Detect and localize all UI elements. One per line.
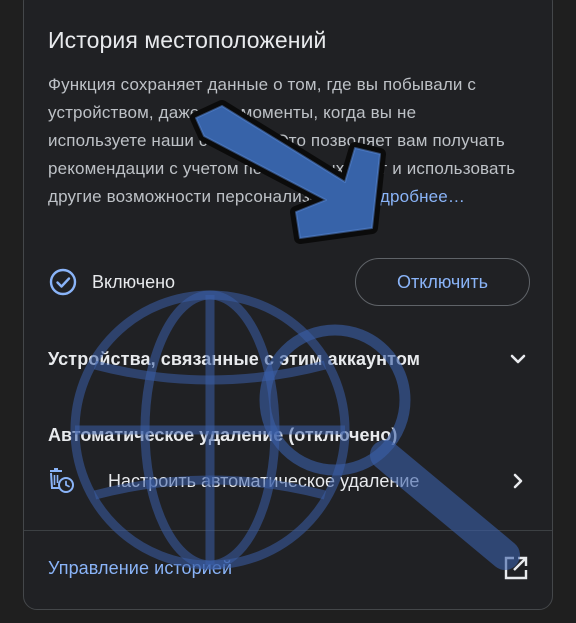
location-history-card: История местоположений Функция сохраняет… (23, 0, 553, 610)
disable-button[interactable]: Отключить (355, 258, 530, 306)
devices-section[interactable]: Устройства, связанные с этим аккаунтом (48, 344, 530, 374)
card-title: История местоположений (48, 27, 327, 53)
open-in-new-icon[interactable] (502, 554, 530, 582)
card-description: Функция сохраняет данные о том, где вы п… (48, 71, 518, 211)
chevron-right-icon[interactable] (506, 469, 530, 493)
auto-delete-title: Автоматическое удаление (отключено) (48, 425, 398, 445)
manage-history-link[interactable]: Управление историей (48, 558, 232, 579)
learn-more-link[interactable]: Подробнее… (358, 187, 465, 206)
manage-history-row[interactable]: Управление историей (48, 553, 530, 583)
status-row: Включено (48, 258, 175, 306)
status-label: Включено (92, 271, 176, 292)
devices-title: Устройства, связанные с этим аккаунтом (48, 348, 421, 369)
auto-delete-row[interactable]: Настроить автоматическое удаление (48, 461, 530, 501)
auto-delete-action: Настроить автоматическое удаление (108, 470, 420, 491)
auto-delete-icon (48, 466, 76, 496)
page: История местоположений Функция сохраняет… (0, 0, 576, 623)
divider (24, 530, 552, 531)
check-circle-icon (48, 267, 78, 297)
chevron-down-icon[interactable] (506, 347, 530, 371)
